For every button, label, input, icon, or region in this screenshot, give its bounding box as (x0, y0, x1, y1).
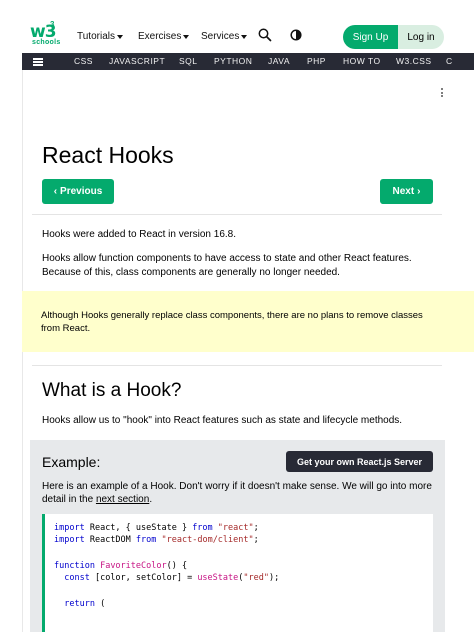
menu-exercises[interactable]: Exercises (138, 31, 190, 42)
topic-css[interactable]: CSS (74, 56, 93, 66)
menu-services[interactable]: Services (201, 31, 248, 42)
page-title: React Hooks (42, 142, 174, 168)
topic-how-to[interactable]: HOW TO (343, 56, 381, 66)
chevron-down-icon (183, 34, 190, 39)
search-icon[interactable] (258, 28, 274, 44)
code-line-5: const [color, setColor] = useState("red"… (64, 573, 280, 583)
logo-superscript: 3 (50, 20, 55, 29)
code-token: import (54, 535, 85, 545)
code-token: const (64, 573, 90, 583)
intro-paragraph-1: Hooks were added to React in version 16.… (42, 229, 236, 240)
code-token: "react-dom/client" (161, 535, 254, 545)
get-server-button[interactable]: Get your own React.js Server (286, 451, 433, 472)
code-token: function (54, 561, 95, 571)
section-paragraph: Hooks allow us to "hook" into React feat… (42, 415, 403, 426)
note-text: Although Hooks generally replace class c… (41, 310, 423, 334)
topic-sql[interactable]: SQL (179, 56, 198, 66)
menu-exercises-label: Exercises (138, 31, 182, 42)
code-block: import React, { useState } from "react";… (42, 514, 433, 632)
intro-paragraph-2: Hooks allow function components to have … (42, 253, 412, 278)
code-token: useState (197, 573, 239, 583)
topic-java[interactable]: JAVA (268, 56, 290, 66)
code-line-2: import ReactDOM from "react-dom/client"; (54, 535, 259, 545)
section-heading: What is a Hook? (42, 380, 182, 401)
code-token: import (54, 523, 85, 533)
example-box: Example: Get your own React.js Server He… (30, 440, 445, 632)
chevron-right-icon: › (417, 186, 421, 197)
next-label: Next (392, 186, 415, 197)
code-line-1: import React, { useState } from "react"; (54, 523, 259, 533)
sign-up-button[interactable]: Sign Up (343, 25, 398, 49)
menu-services-label: Services (201, 31, 240, 42)
code-token: "red" (243, 573, 269, 583)
topic-javascript[interactable]: JAVASCRIPT (109, 56, 165, 66)
code-token: from (192, 523, 213, 533)
topic-w3css[interactable]: W3.CSS (396, 56, 432, 66)
previous-button[interactable]: ‹ Previous (42, 179, 114, 204)
menu-icon[interactable] (33, 58, 43, 66)
menu-tutorials[interactable]: Tutorials (77, 31, 123, 42)
topic-python[interactable]: PYTHON (214, 56, 252, 66)
next-section-link[interactable]: next section (96, 494, 149, 505)
code-token: return (64, 599, 95, 609)
code-line-7: return ( (64, 599, 106, 609)
example-title: Example: (42, 454, 101, 470)
topic-php[interactable]: PHP (307, 56, 326, 66)
top-header: w3 3 schools Tutorials Exercises Service… (0, 0, 474, 53)
chevron-down-icon (241, 34, 248, 39)
topic-c[interactable]: C (446, 56, 453, 66)
divider (32, 214, 442, 215)
more-options-icon[interactable] (441, 88, 444, 98)
note-box: Although Hooks generally replace class c… (22, 291, 474, 352)
menu-tutorials-label: Tutorials (77, 31, 115, 42)
previous-label: Previous (60, 186, 103, 197)
contrast-icon[interactable] (290, 28, 306, 44)
chevron-left-icon: ‹ (53, 186, 58, 197)
logo-subtitle: schools (32, 39, 61, 46)
code-line-4: function FavoriteColor() { (54, 561, 188, 571)
code-token: from (135, 535, 157, 545)
next-button[interactable]: Next › (380, 179, 433, 204)
example-description: Here is an example of a Hook. Don't worr… (42, 480, 437, 506)
chevron-down-icon (116, 34, 123, 39)
log-in-button[interactable]: Log in (398, 25, 444, 49)
topic-nav-bar: CSS JAVASCRIPT SQL PYTHON JAVA PHP HOW T… (22, 53, 474, 70)
code-token: FavoriteColor (100, 561, 167, 571)
example-text-end: . (149, 494, 153, 505)
code-token: "react" (217, 523, 254, 533)
divider (32, 365, 442, 366)
